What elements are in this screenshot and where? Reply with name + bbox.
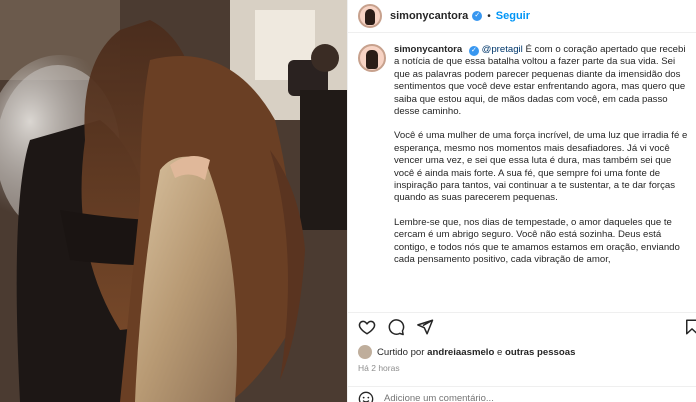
- post-details: simonycantora ✓ • Seguir simonycantora ✓…: [347, 0, 696, 402]
- caption-avatar[interactable]: [358, 44, 386, 72]
- caption-paragraph-2: Você é uma mulher de uma força incrível,…: [394, 130, 688, 204]
- caption-text: simonycantora ✓ @pretagil É com o coraçã…: [394, 44, 688, 279]
- comment-icon[interactable]: [387, 318, 405, 336]
- instagram-post: simonycantora ✓ • Seguir simonycantora ✓…: [0, 0, 696, 402]
- post-timestamp[interactable]: Há 2 horas: [358, 363, 400, 373]
- likes-summary: Curtido por andreiaasmelo e outras pesso…: [358, 345, 575, 359]
- avatar[interactable]: [358, 4, 382, 28]
- post-header: simonycantora ✓ • Seguir: [348, 0, 696, 33]
- post-photo[interactable]: [0, 0, 347, 402]
- action-bar: [348, 312, 696, 340]
- liker-avatar[interactable]: [358, 345, 372, 359]
- caption-paragraph-3: Lembre-se que, nos dias de tempestade, o…: [394, 216, 680, 266]
- emoji-icon[interactable]: [358, 391, 374, 402]
- likes-others-link[interactable]: outras pessoas: [505, 347, 575, 358]
- add-comment-bar: [348, 386, 696, 402]
- caption-verified-icon: ✓: [468, 46, 479, 56]
- likes-connector: e: [497, 346, 503, 358]
- separator-dot: •: [487, 10, 491, 22]
- follow-button[interactable]: Seguir: [496, 10, 530, 22]
- liker-username[interactable]: andreiaasmelo: [427, 347, 494, 358]
- heart-icon[interactable]: [358, 318, 376, 336]
- comment-input[interactable]: [384, 393, 664, 402]
- header-username[interactable]: simonycantora: [390, 10, 468, 22]
- caption-username[interactable]: simonycantora: [394, 44, 462, 55]
- likes-prefix: Curtido por: [377, 346, 425, 358]
- caption-comment: simonycantora ✓ @pretagil É com o coraçã…: [358, 44, 688, 279]
- verified-icon: ✓: [472, 11, 483, 21]
- mention-link[interactable]: @pretagil: [482, 44, 523, 55]
- caption-fade: [348, 300, 696, 312]
- share-icon[interactable]: [416, 318, 434, 336]
- hug-photo-illustration: [0, 0, 347, 402]
- bookmark-icon[interactable]: [683, 318, 696, 336]
